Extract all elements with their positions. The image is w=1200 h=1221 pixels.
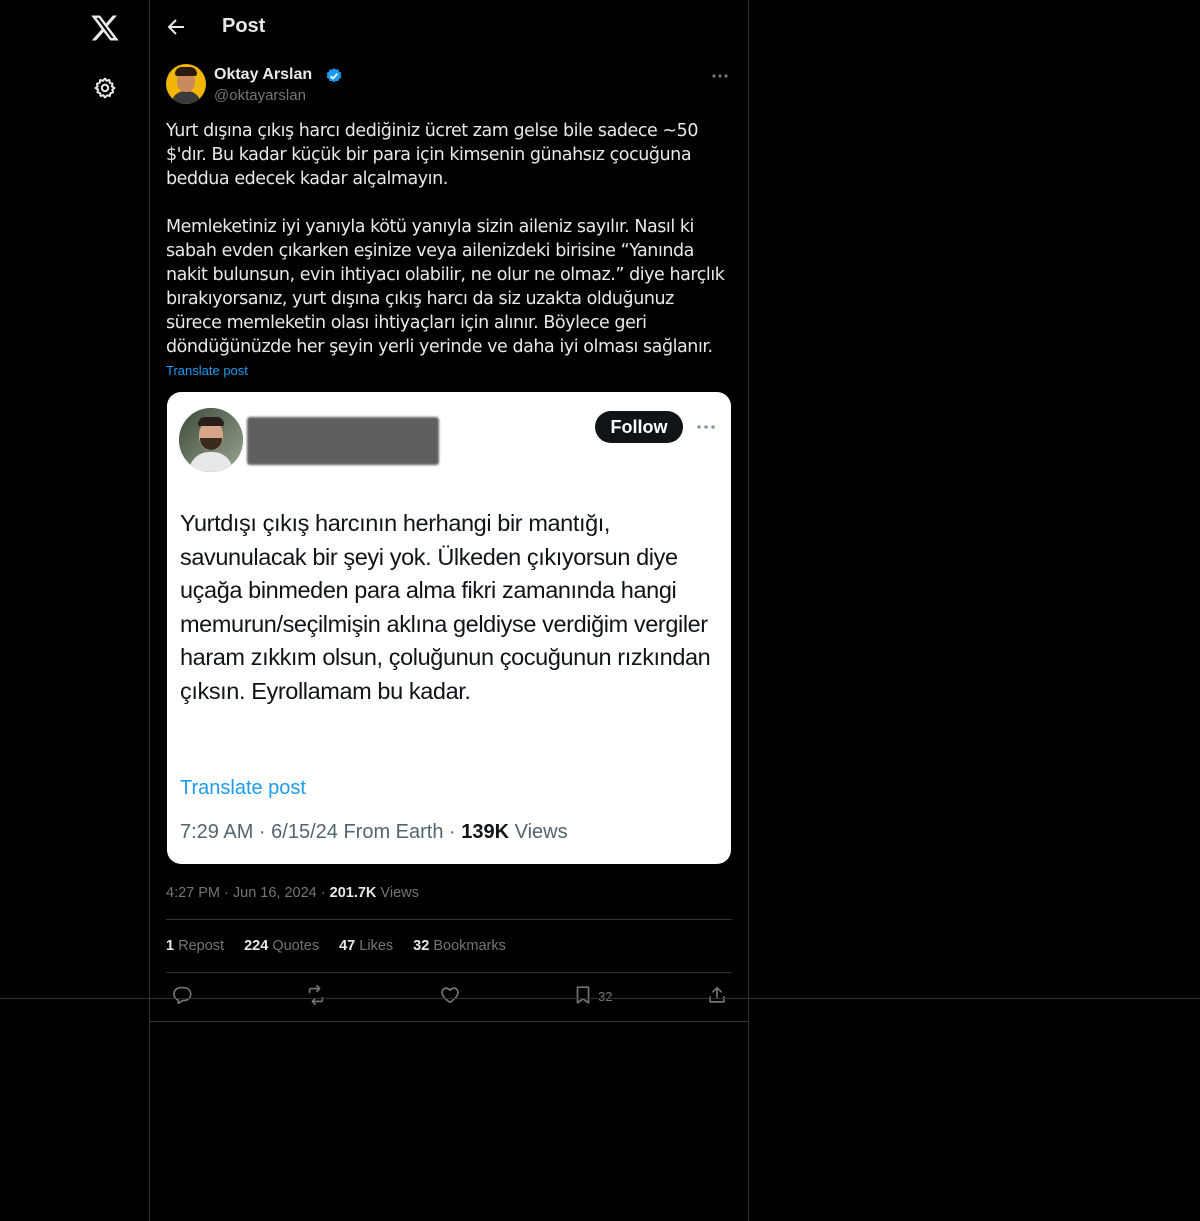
bookmarks-count: 32 (413, 938, 430, 954)
quotes-count: 224 (244, 938, 269, 954)
page-header: Post (150, 0, 748, 54)
reply-icon[interactable] (171, 984, 193, 1006)
likes-label: Likes (355, 938, 394, 954)
x-logo-icon[interactable] (90, 14, 120, 42)
meta-dot: · (220, 885, 233, 901)
action-bar: 32 (166, 984, 732, 1008)
bookmarks-label: Bookmarks (429, 938, 506, 954)
likes-count: 47 (339, 938, 356, 954)
left-nav (0, 0, 149, 1221)
quoted-follow-button: Follow (595, 411, 683, 443)
share-icon[interactable] (706, 984, 728, 1006)
repost-icon[interactable] (305, 984, 327, 1006)
avatar[interactable] (166, 64, 206, 104)
translate-post-link[interactable]: Translate post (166, 363, 248, 378)
gear-icon[interactable] (93, 76, 117, 100)
page-title: Post (222, 15, 266, 37)
post-column: Post Oktay Arslan @oktayarslan Yurt dışı… (150, 0, 748, 1022)
quoted-more-icon (695, 418, 717, 436)
views-count: 201.7K (329, 885, 377, 901)
quoted-views-count: 139K (461, 821, 510, 843)
bookmarks-stat[interactable]: 32 Bookmarks (413, 938, 506, 954)
reposts-label: Repost (174, 938, 225, 954)
likes-stat[interactable]: 47 Likes (339, 938, 393, 954)
reposts-stat[interactable]: 1 Repost (166, 938, 224, 954)
bookmark-icon[interactable] (572, 984, 594, 1006)
post-meta: 4:27 PM · Jun 16, 2024 · 201.7K Views (166, 885, 419, 901)
back-arrow-icon[interactable] (164, 15, 188, 39)
post-text: Yurt dışına çıkış harcı dediğiniz ücret … (166, 121, 725, 357)
meta-dot-2: · (316, 885, 330, 901)
verified-badge-icon[interactable] (325, 67, 343, 85)
quoted-translate-link: Translate post (180, 777, 306, 799)
author-handle[interactable]: @oktayarslan (214, 87, 306, 104)
post-date[interactable]: Jun 16, 2024 (233, 885, 317, 901)
quoted-screenshot-image[interactable]: Follow Yurtdışı çıkış harcının herhangi … (167, 392, 731, 864)
quotes-label: Quotes (268, 938, 320, 954)
quoted-meta-prefix: 7:29 AM · 6/15/24 From Earth · (180, 821, 462, 843)
quotes-stat[interactable]: 224 Quotes (244, 938, 319, 954)
divider-right (748, 0, 749, 1221)
author-name[interactable]: Oktay Arslan (214, 66, 312, 84)
views-label: Views (376, 885, 419, 901)
post-time[interactable]: 4:27 PM (166, 885, 220, 901)
quoted-views-label: Views (509, 821, 568, 843)
divider (166, 919, 732, 920)
reposts-count: 1 (166, 938, 175, 954)
post-author: Oktay Arslan @oktayarslan (166, 64, 732, 108)
bookmark-count: 32 (598, 989, 613, 1004)
quoted-avatar (179, 408, 243, 472)
engagement-stats: 1 Repost 224 Quotes 47 Likes 32 Bookmark… (166, 938, 522, 954)
more-options-icon[interactable] (710, 66, 730, 86)
quoted-text: Yurtdışı çıkış harcının herhangi bir man… (180, 510, 711, 704)
divider (166, 972, 732, 973)
redacted-name-block (247, 417, 439, 465)
horizontal-rule (0, 998, 1200, 999)
quoted-meta: 7:29 AM · 6/15/24 From Earth · 139K View… (180, 821, 568, 844)
like-icon[interactable] (439, 984, 461, 1006)
